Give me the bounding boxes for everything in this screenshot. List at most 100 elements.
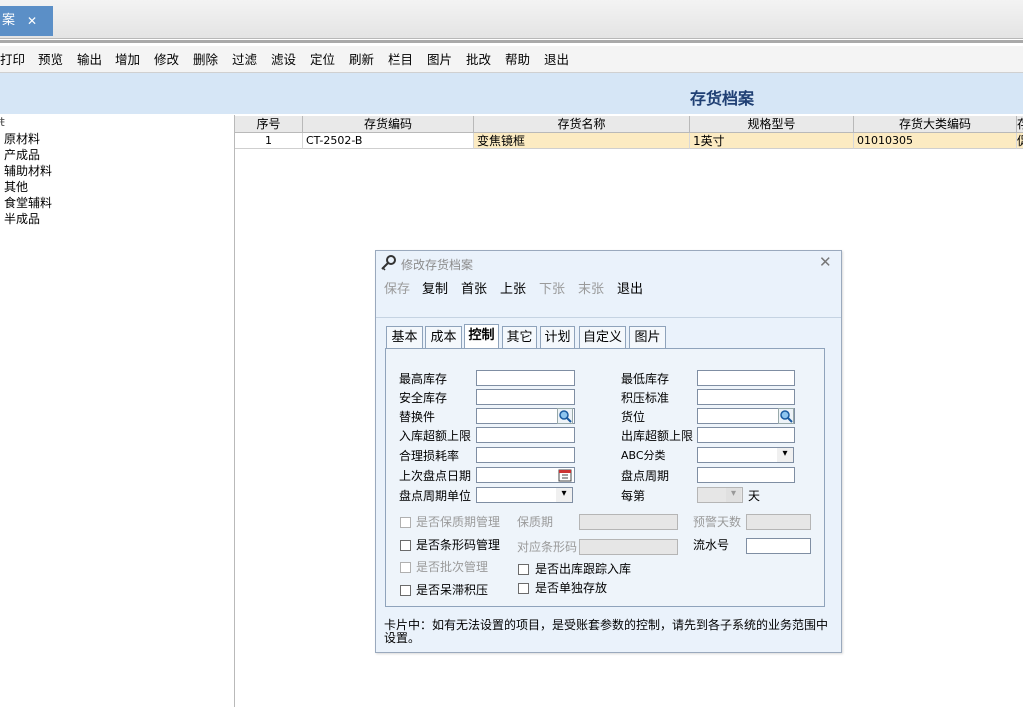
out-over-limit-input[interactable] bbox=[697, 427, 795, 443]
cell-name[interactable]: 变焦镜框 bbox=[474, 133, 690, 149]
chevron-down-icon[interactable]: ▾ bbox=[777, 448, 793, 462]
first-button[interactable]: 首张 bbox=[461, 282, 487, 298]
dialog-toolbar: 保存 复制 首张 上张 下张 末张 退出 bbox=[380, 279, 837, 303]
tree-item-raw-material[interactable]: 原材料 bbox=[4, 132, 40, 147]
add-button[interactable]: 增加 bbox=[115, 52, 140, 68]
max-stock-input[interactable] bbox=[476, 370, 575, 386]
shelf-life-input[interactable] bbox=[579, 514, 678, 530]
locate-button[interactable]: 定位 bbox=[310, 52, 335, 68]
barcode-mgmt-checkbox[interactable] bbox=[400, 540, 411, 551]
prev-button[interactable]: 上张 bbox=[500, 282, 526, 298]
tab-control[interactable]: 控制 bbox=[464, 324, 499, 348]
safety-stock-input[interactable] bbox=[476, 389, 575, 405]
stagnant-label: 是否呆滞积压 bbox=[416, 583, 489, 597]
loss-rate-label: 合理损耗率 bbox=[399, 449, 460, 463]
key-icon bbox=[381, 255, 396, 271]
overstock-std-input[interactable] bbox=[697, 389, 795, 405]
save-button[interactable]: 保存 bbox=[384, 282, 410, 298]
out-track-checkbox[interactable] bbox=[518, 564, 529, 575]
single-store-checkbox[interactable] bbox=[518, 583, 529, 594]
chevron-down-icon[interactable]: ▾ bbox=[726, 488, 741, 502]
tab-basic[interactable]: 基本 bbox=[386, 326, 423, 348]
inventory-grid: 序号 存货编码 存货名称 规格型号 存货大类编码 存 1 CT-2502-B 变… bbox=[235, 116, 1023, 152]
every-label: 每第 bbox=[621, 489, 646, 503]
next-button[interactable]: 下张 bbox=[539, 282, 565, 298]
image-button[interactable]: 图片 bbox=[427, 52, 452, 68]
serial-no-label: 流水号 bbox=[693, 538, 730, 552]
column-header[interactable]: 存 bbox=[1017, 116, 1023, 133]
print-button[interactable]: 打印 bbox=[0, 52, 25, 68]
shelf-mgmt-label: 是否保质期管理 bbox=[416, 515, 501, 529]
tree-item-canteen[interactable]: 食堂辅料 bbox=[4, 196, 52, 211]
tab-plan[interactable]: 计划 bbox=[540, 326, 575, 348]
count-cycle-unit-label: 盘点周期单位 bbox=[399, 489, 472, 503]
count-cycle-input[interactable] bbox=[697, 467, 795, 483]
out-over-limit-label: 出库超额上限 bbox=[621, 429, 694, 443]
tab-other[interactable]: 其它 bbox=[502, 326, 537, 348]
preview-button[interactable]: 预览 bbox=[38, 52, 63, 68]
dialog-title: 修改存货档案 bbox=[401, 258, 474, 272]
tree-item-aux-material[interactable]: 辅助材料 bbox=[4, 164, 52, 179]
in-over-limit-input[interactable] bbox=[476, 427, 575, 443]
refresh-button[interactable]: 刷新 bbox=[349, 52, 374, 68]
page-title: 存货档案 bbox=[690, 89, 755, 108]
calendar-icon[interactable] bbox=[557, 467, 573, 483]
shelf-mgmt-checkbox[interactable] bbox=[400, 517, 411, 528]
out-track-label: 是否出库跟踪入库 bbox=[535, 562, 632, 576]
exit-button[interactable]: 退出 bbox=[617, 282, 643, 298]
barcode-mgmt-label: 是否条形码管理 bbox=[416, 538, 501, 552]
help-button[interactable]: 帮助 bbox=[505, 52, 530, 68]
every-suffix: 天 bbox=[748, 489, 761, 503]
cell-index[interactable]: 1 bbox=[235, 133, 303, 149]
tab-custom[interactable]: 自定义 bbox=[579, 326, 626, 348]
modify-button[interactable]: 修改 bbox=[154, 52, 179, 68]
batch-mgmt-checkbox[interactable] bbox=[400, 562, 411, 573]
stagnant-checkbox[interactable] bbox=[400, 585, 411, 596]
serial-no-input[interactable] bbox=[746, 538, 811, 554]
export-button[interactable]: 输出 bbox=[77, 52, 102, 68]
document-tab-label: 案 bbox=[2, 13, 16, 28]
cell-spec[interactable]: 1英寸 bbox=[690, 133, 854, 149]
safety-stock-label: 安全库存 bbox=[399, 391, 448, 405]
min-stock-label: 最低库存 bbox=[621, 372, 670, 386]
max-stock-label: 最高库存 bbox=[399, 372, 448, 386]
barcode-label: 对应条形码 bbox=[517, 540, 578, 554]
tree-item-truncated[interactable]: ŧ bbox=[0, 115, 5, 130]
delete-button[interactable]: 删除 bbox=[193, 52, 218, 68]
in-over-limit-label: 入库超额上限 bbox=[399, 429, 472, 443]
cell-category-code[interactable]: 01010305 bbox=[854, 133, 1017, 149]
tree-item-other[interactable]: 其他 bbox=[4, 180, 28, 195]
columns-button[interactable]: 栏目 bbox=[388, 52, 413, 68]
column-header[interactable]: 序号 bbox=[235, 116, 303, 133]
filter-settings-button[interactable]: 滤设 bbox=[271, 52, 296, 68]
search-icon[interactable] bbox=[557, 408, 573, 424]
edit-inventory-dialog: 修改存货档案 ✕ 保存 复制 首张 上张 下张 末张 退出 基本 成本 控制 其… bbox=[375, 250, 842, 653]
exit-button[interactable]: 退出 bbox=[544, 52, 569, 68]
tab-cost[interactable]: 成本 bbox=[425, 326, 462, 348]
search-icon[interactable] bbox=[778, 408, 794, 424]
loss-rate-input[interactable] bbox=[476, 447, 575, 463]
batch-edit-button[interactable]: 批改 bbox=[466, 52, 491, 68]
close-icon[interactable]: ✕ bbox=[27, 6, 37, 36]
copy-button[interactable]: 复制 bbox=[422, 282, 448, 298]
cell-truncated[interactable]: 促 bbox=[1017, 133, 1023, 149]
column-header[interactable]: 规格型号 bbox=[690, 116, 854, 133]
tree-item-finished-goods[interactable]: 产成品 bbox=[4, 148, 40, 163]
min-stock-input[interactable] bbox=[697, 370, 795, 386]
close-icon[interactable]: ✕ bbox=[819, 253, 832, 271]
tab-image[interactable]: 图片 bbox=[629, 326, 666, 348]
column-header[interactable]: 存货编码 bbox=[303, 116, 474, 133]
last-button[interactable]: 末张 bbox=[578, 282, 604, 298]
warn-days-input[interactable] bbox=[746, 514, 811, 530]
cell-code[interactable]: CT-2502-B bbox=[303, 133, 474, 149]
filter-button[interactable]: 过滤 bbox=[232, 52, 257, 68]
barcode-input[interactable] bbox=[579, 539, 678, 555]
abc-class-label: ABC分类 bbox=[621, 449, 666, 462]
document-tab[interactable]: 案 ✕ bbox=[0, 6, 53, 36]
chevron-down-icon[interactable]: ▾ bbox=[556, 488, 572, 502]
column-header[interactable]: 存货大类编码 bbox=[854, 116, 1017, 133]
tree-item-semi-finished[interactable]: 半成品 bbox=[4, 212, 40, 227]
dialog-divider bbox=[376, 317, 841, 318]
dialog-note: 卡片中：如有无法设置的项目，是受账套参数的控制，请先到各子系统的业务范围中设置。 bbox=[384, 618, 829, 645]
column-header[interactable]: 存货名称 bbox=[474, 116, 690, 133]
